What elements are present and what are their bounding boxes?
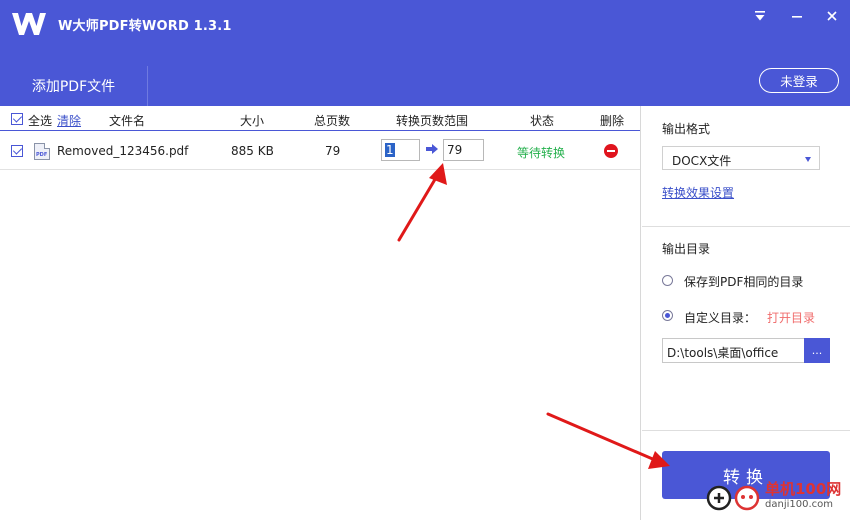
watermark: 单机100网 danji100.com — [705, 476, 850, 520]
output-path-input[interactable]: D:\tools\桌面\office — [662, 338, 805, 363]
minimize-icon — [792, 16, 802, 18]
minimize-button[interactable] — [786, 6, 808, 26]
add-pdf-tab[interactable]: 添加PDF文件 — [0, 66, 148, 106]
arrow-right-icon — [426, 144, 438, 154]
watermark-text: 单机100网 — [765, 480, 842, 498]
delete-icon[interactable] — [604, 144, 618, 158]
output-dir-label: 输出目录 — [662, 242, 711, 256]
pdf-file-icon: PDF — [34, 143, 50, 160]
file-size: 885 KB — [231, 144, 274, 158]
select-all-checkbox[interactable] — [11, 113, 23, 125]
login-button[interactable]: 未登录 — [759, 68, 839, 93]
column-total-pages: 总页数 — [314, 114, 351, 128]
column-filename: 文件名 — [109, 114, 146, 128]
open-directory-link[interactable]: 打开目录 — [767, 309, 815, 326]
watermark-logo-icon — [706, 485, 760, 511]
divider — [642, 430, 850, 431]
menu-dropdown-button[interactable] — [749, 6, 771, 26]
column-size: 大小 — [240, 114, 265, 128]
radio-custom-dir-label: 自定义目录： — [684, 311, 757, 325]
file-name: Removed_123456.pdf — [57, 144, 189, 158]
column-status: 状态 — [530, 114, 555, 128]
file-list-header: 全选 清除 文件名 大小 总页数 转换页数范围 状态 删除 — [0, 106, 640, 131]
file-list-panel: 全选 清除 文件名 大小 总页数 转换页数范围 状态 删除 PDF Remove… — [0, 106, 641, 520]
column-delete: 删除 — [600, 114, 625, 128]
total-pages: 79 — [325, 144, 341, 158]
output-format-label: 输出格式 — [662, 122, 711, 136]
radio-same-dir-label: 保存到PDF相同的目录 — [684, 275, 804, 289]
settings-panel: 输出格式 DOCX文件 转换效果设置 输出目录 保存到PDF相同的目录 自定义目… — [642, 106, 850, 520]
divider — [642, 226, 850, 227]
page-to-input[interactable]: 79 — [443, 139, 484, 161]
row-checkbox[interactable] — [11, 145, 23, 157]
page-from-input[interactable]: 1 — [381, 139, 420, 161]
close-icon — [827, 11, 837, 21]
status-badge: 等待转换 — [517, 146, 566, 160]
menu-down-icon — [755, 11, 765, 21]
output-format-select[interactable]: DOCX文件 — [662, 146, 820, 170]
title-bar: W大师PDF转WORD 1.3.1 添加PDF文件 未登录 — [0, 0, 850, 106]
radio-same-dir[interactable] — [662, 275, 673, 286]
output-format-value: DOCX文件 — [672, 154, 732, 168]
app-logo-icon — [12, 13, 46, 35]
select-all-label: 全选 — [28, 114, 53, 128]
effect-settings-link[interactable]: 转换效果设置 — [662, 184, 734, 201]
table-row: PDF Removed_123456.pdf 885 KB 79 1 79 等待… — [0, 132, 640, 170]
radio-custom-dir[interactable] — [662, 310, 673, 321]
column-page-range: 转换页数范围 — [396, 114, 469, 128]
chevron-down-icon — [805, 157, 811, 162]
page-to-value: 79 — [447, 143, 463, 157]
clear-link[interactable]: 清除 — [57, 112, 81, 129]
watermark-url: danji100.com — [765, 499, 833, 510]
browse-button[interactable]: ... — [804, 338, 830, 363]
app-title: W大师PDF转WORD 1.3.1 — [58, 19, 232, 34]
page-from-value: 1 — [385, 143, 395, 157]
close-button[interactable] — [821, 6, 843, 26]
